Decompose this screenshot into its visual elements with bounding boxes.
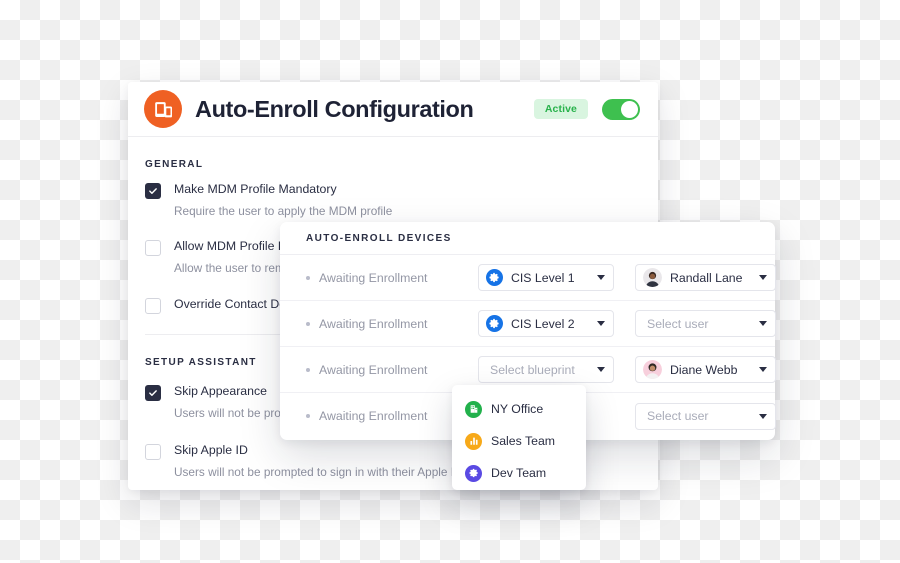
gear-icon bbox=[465, 464, 482, 482]
avatar bbox=[643, 360, 662, 379]
office-building-icon bbox=[465, 400, 482, 418]
chevron-down-icon bbox=[759, 275, 767, 280]
status-label: Awaiting Enrollment bbox=[319, 362, 428, 377]
option-subtitle: Users will not be prompted to sign in wi… bbox=[174, 464, 463, 479]
screenshot-canvas: Auto-Enroll Configuration Active GENERAL… bbox=[0, 0, 900, 563]
gear-icon bbox=[486, 315, 503, 332]
option-title: Skip Apple ID bbox=[174, 442, 248, 457]
user-placeholder: Select user bbox=[647, 409, 709, 423]
dropdown-item-sales-team[interactable]: Sales Team bbox=[452, 425, 586, 457]
chevron-down-icon bbox=[597, 275, 605, 280]
user-placeholder: Select user bbox=[647, 316, 709, 331]
option-row-make-mdm-profile-mandatory[interactable]: Make MDM Profile Mandatory Require the u… bbox=[128, 170, 658, 219]
status-dot-icon bbox=[306, 275, 310, 280]
dropdown-item-label: NY Office bbox=[491, 402, 544, 416]
gear-icon bbox=[486, 269, 503, 286]
blueprint-placeholder: Select blueprint bbox=[490, 362, 575, 377]
blueprint-select-row-1[interactable]: CIS Level 1 bbox=[478, 264, 614, 291]
dropdown-item-dev-team[interactable]: Dev Team bbox=[452, 457, 586, 489]
option-text: Skip Apple ID Users will not be prompted… bbox=[174, 443, 463, 480]
option-text: Make MDM Profile Mandatory Require the u… bbox=[174, 182, 392, 219]
chevron-down-icon bbox=[759, 413, 767, 419]
user-select-row-3[interactable]: Diane Webb bbox=[635, 356, 776, 383]
section-label-general: GENERAL bbox=[145, 159, 204, 170]
blueprint-label: CIS Level 1 bbox=[511, 270, 575, 285]
chevron-down-icon bbox=[597, 367, 605, 372]
status-label: Awaiting Enrollment bbox=[319, 409, 428, 423]
table-row: Awaiting Enrollment CIS Level 1 Randall … bbox=[280, 255, 776, 301]
device-status: Awaiting Enrollment bbox=[306, 317, 478, 331]
user-select-row-1[interactable]: Randall Lane bbox=[635, 264, 776, 291]
enable-config-toggle[interactable] bbox=[602, 98, 640, 120]
chevron-down-icon bbox=[759, 321, 767, 326]
chevron-down-icon bbox=[597, 321, 605, 326]
toggle-knob bbox=[621, 100, 638, 118]
checkbox-override-contact-details[interactable] bbox=[145, 297, 161, 314]
status-dot-icon bbox=[306, 321, 310, 326]
dropdown-item-label: Sales Team bbox=[491, 434, 556, 448]
blueprint-dropdown-menu: NY Office Sales Team Dev Team bbox=[452, 385, 586, 490]
page-title: Auto-Enroll Configuration bbox=[195, 95, 474, 122]
avatar bbox=[643, 268, 662, 287]
status-dot-icon bbox=[306, 414, 310, 418]
option-subtitle: Require the user to apply the MDM profil… bbox=[174, 203, 393, 218]
dropdown-item-label: Dev Team bbox=[491, 466, 547, 480]
user-label: Diane Webb bbox=[670, 362, 738, 377]
status-label: Awaiting Enrollment bbox=[319, 270, 428, 285]
option-title: Make MDM Profile Mandatory bbox=[174, 182, 337, 196]
status-dot-icon bbox=[306, 367, 310, 372]
devices-icon bbox=[144, 90, 182, 128]
table-row: Awaiting Enrollment CIS Level 2 Select u… bbox=[280, 301, 776, 347]
checkbox-skip-apple-id[interactable] bbox=[145, 443, 161, 460]
checkbox-skip-appearance[interactable] bbox=[145, 384, 161, 401]
checkbox-make-mdm-profile-mandatory[interactable] bbox=[145, 183, 161, 199]
blueprint-select-row-2[interactable]: CIS Level 2 bbox=[478, 310, 614, 337]
dropdown-item-ny-office[interactable]: NY Office bbox=[452, 393, 586, 425]
status-label: Awaiting Enrollment bbox=[319, 316, 428, 331]
user-select-row-4[interactable]: Select user bbox=[635, 402, 776, 430]
config-panel-header-actions: Active bbox=[533, 98, 640, 120]
devices-panel-header: AUTO-ENROLL DEVICES bbox=[280, 222, 775, 255]
user-label: Randall Lane bbox=[670, 270, 743, 285]
check-icon bbox=[149, 389, 157, 396]
blueprint-select-row-3[interactable]: Select blueprint bbox=[478, 356, 614, 383]
chevron-down-icon bbox=[759, 367, 767, 372]
config-panel-header: Auto-Enroll Configuration Active bbox=[128, 82, 658, 137]
user-select-row-2[interactable]: Select user bbox=[635, 310, 776, 337]
checkbox-allow-mdm-profile-removal[interactable] bbox=[145, 240, 161, 257]
blueprint-label: CIS Level 2 bbox=[511, 316, 575, 331]
check-icon bbox=[149, 188, 157, 194]
status-badge: Active bbox=[533, 99, 588, 119]
device-status: Awaiting Enrollment bbox=[306, 363, 478, 377]
bar-chart-icon bbox=[465, 432, 482, 450]
device-status: Awaiting Enrollment bbox=[306, 271, 478, 285]
